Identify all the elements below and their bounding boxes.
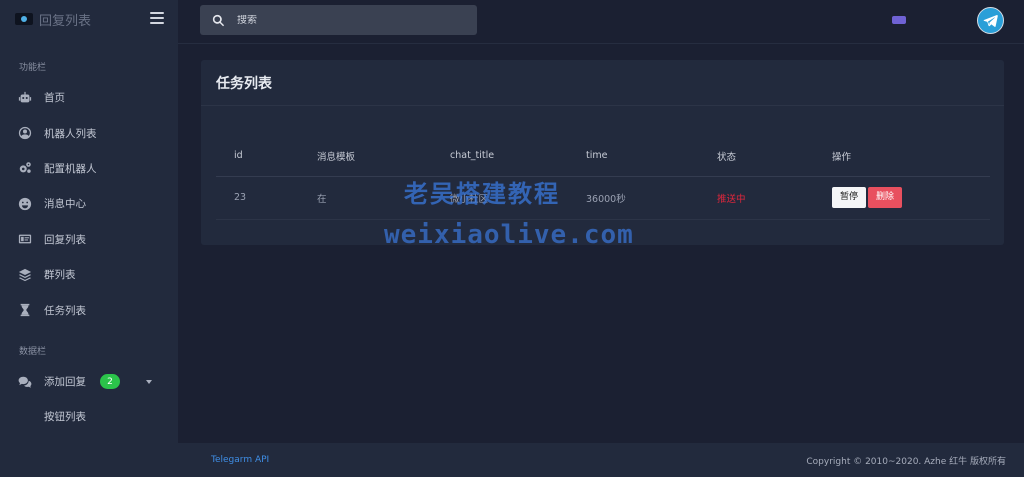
smile-icon: [17, 196, 32, 211]
sidebar-item-label: 消息中心: [44, 198, 86, 211]
cell-time: 36000秒: [568, 176, 699, 220]
watermark-text: 老吴搭建教程: [404, 180, 560, 208]
user-circle-icon: [17, 126, 32, 141]
topbar: [178, 0, 1024, 44]
layers-icon: [17, 267, 32, 282]
sidebar-item-add-reply[interactable]: 添加回复 2: [0, 364, 178, 399]
footer: Telegarm API Copyright © 2010~2020. Azhe…: [178, 443, 1024, 477]
sidebar-item-bot-list[interactable]: 机器人列表: [0, 115, 178, 150]
pause-button[interactable]: 暂停: [832, 187, 867, 208]
sidebar-item-label: 回复列表: [44, 233, 86, 246]
card-header: 任务列表: [201, 60, 1004, 106]
column-header: time: [568, 136, 699, 177]
cell-actions: 暂停 删除: [814, 176, 990, 220]
sidebar-item-label: 添加回复: [44, 376, 86, 389]
sidebar-item-label: 机器人列表: [44, 127, 97, 140]
telegram-api-link[interactable]: Telegarm API: [211, 455, 269, 465]
sidebar-item-reply-list[interactable]: 回复列表: [0, 222, 178, 257]
hourglass-icon: [17, 303, 32, 318]
section-label-func: 功能栏: [19, 63, 47, 73]
sidebar-item-label: 配置机器人: [44, 162, 97, 175]
column-header: chat_title: [432, 136, 568, 177]
watermark-url: weixiaolive.com: [384, 220, 634, 250]
page-title: 任务列表: [216, 75, 272, 92]
brand[interactable]: 回复列表: [0, 0, 178, 38]
column-header: 消息模板: [299, 136, 432, 177]
status-badge: 推送中: [699, 176, 814, 220]
chevron-down-icon[interactable]: [146, 380, 152, 384]
gears-icon: [17, 161, 32, 176]
logo-icon: [15, 13, 33, 25]
telegram-icon: [983, 15, 998, 27]
robot-icon: [17, 90, 32, 105]
search-input[interactable]: [237, 14, 437, 26]
search-icon: [212, 14, 225, 26]
column-header: 操作: [814, 136, 990, 177]
task-list-card: 任务列表 id 消息模板 chat_title time 状态 操作 23 在 …: [201, 60, 1004, 245]
sidebar-subitem-button-list[interactable]: 按钮列表: [0, 399, 178, 434]
id-card-icon: [17, 232, 32, 247]
sidebar-item-home[interactable]: 首页: [0, 80, 178, 115]
sidebar-item-config-bot[interactable]: 配置机器人: [0, 151, 178, 186]
comments-icon: [17, 374, 32, 389]
copyright-text: Copyright © 2010~2020. Azhe 红牛 版权所有: [806, 456, 1006, 467]
table-row: 23 在 微小社区 36000秒 推送中 暂停 删除: [216, 176, 990, 220]
delete-button[interactable]: 删除: [868, 187, 903, 208]
sidebar-item-label: 任务列表: [44, 304, 86, 317]
sidebar-subitem-label: 按钮列表: [44, 411, 86, 424]
message-icon[interactable]: [892, 16, 906, 24]
column-header: 状态: [699, 136, 814, 177]
sidebar-item-label: 首页: [44, 92, 65, 105]
cell-id: 23: [216, 176, 299, 220]
count-badge: 2: [100, 374, 120, 390]
sidebar-item-task-list[interactable]: 任务列表: [0, 292, 178, 327]
column-header: id: [216, 136, 299, 177]
sidebar-nav: 首页 机器人列表 配置机器人 消息中心 回复列表 群列表 任务列表: [0, 80, 178, 328]
brand-title: 回复列表: [39, 13, 92, 29]
task-table: id 消息模板 chat_title time 状态 操作 23 在 微小社区 …: [216, 136, 990, 220]
telegram-avatar[interactable]: [977, 7, 1004, 34]
sidebar-item-label: 群列表: [44, 269, 76, 282]
table-header-row: id 消息模板 chat_title time 状态 操作: [216, 136, 990, 177]
sidebar-data-nav: 添加回复 2 按钮列表: [0, 364, 178, 434]
section-label-data: 数据栏: [19, 347, 47, 357]
sidebar: 回复列表 功能栏 首页 机器人列表 配置机器人 消息中心 回复列表 群列表 任务…: [0, 0, 178, 477]
hamburger-menu-icon[interactable]: [150, 12, 164, 24]
sidebar-item-group-list[interactable]: 群列表: [0, 257, 178, 292]
search-box[interactable]: [200, 5, 477, 35]
sidebar-item-message-center[interactable]: 消息中心: [0, 186, 178, 221]
